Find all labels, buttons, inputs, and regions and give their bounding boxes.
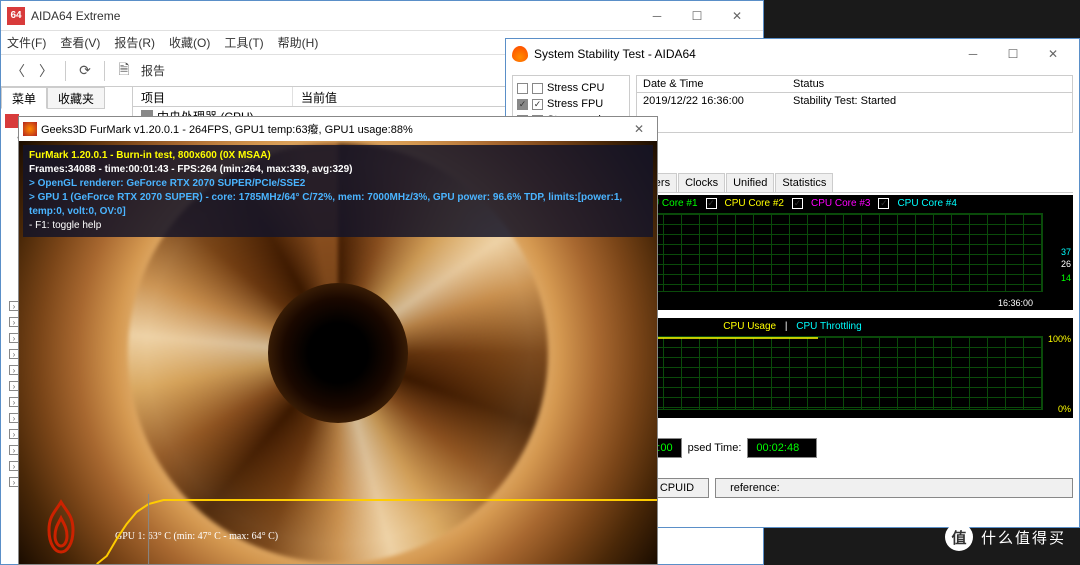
aida-app-icon: 64: [7, 7, 25, 25]
close-button[interactable]: ✕: [1033, 40, 1073, 68]
x-value: 16:36:00: [998, 298, 1033, 308]
report-icon[interactable]: 🗎: [113, 60, 135, 82]
furmark-window: Geeks3D FurMark v1.20.0.1 - 264FPS, GPU1…: [18, 116, 658, 565]
checkbox-checked[interactable]: [706, 198, 717, 209]
furmark-render-area: FurMark 1.20.0.1 - Burn-in test, 800x600…: [19, 141, 657, 564]
flame-icon: [512, 46, 528, 62]
graph2-legend: CPU Usage | CPU Throttling: [723, 321, 861, 332]
furmark-title-text: Geeks3D FurMark v1.20.0.1 - 264FPS, GPU1…: [41, 121, 625, 137]
col-item[interactable]: 项目: [133, 87, 293, 106]
forward-icon[interactable]: 〉: [35, 60, 57, 82]
status-datetime: 2019/12/22 16:36:00: [637, 93, 787, 109]
aida-title-text: AIDA64 Extreme: [31, 9, 637, 23]
hud-line-3: > OpenGL renderer: GeForce RTX 2070 SUPE…: [29, 177, 647, 191]
menu-tools[interactable]: 工具(T): [224, 34, 263, 51]
minimize-button[interactable]: ─: [637, 2, 677, 30]
status-text: Stability Test: Started: [787, 93, 902, 109]
furmark-titlebar[interactable]: Geeks3D FurMark v1.20.0.1 - 264FPS, GPU1…: [19, 117, 657, 141]
furmark-icon: [23, 122, 37, 136]
sst-titlebar[interactable]: System Stability Test - AIDA64 ─ ☐ ✕: [506, 39, 1079, 69]
y-value: 14: [1061, 273, 1071, 283]
checkbox-checked[interactable]: [532, 99, 543, 110]
tab-clocks[interactable]: Clocks: [678, 173, 725, 192]
status-table: Date & Time Status 2019/12/22 16:36:00 S…: [636, 75, 1073, 133]
tab-statistics[interactable]: Statistics: [775, 173, 833, 192]
hud-line-2: Frames:34088 - time:00:01:43 - FPS:264 (…: [29, 163, 647, 177]
y-value: 37: [1061, 247, 1071, 257]
stress-cpu-row[interactable]: Stress CPU: [517, 80, 625, 96]
watermark: 值 什么值得买: [945, 523, 1066, 551]
checkbox-checked[interactable]: [517, 99, 528, 110]
col-status[interactable]: Status: [787, 76, 830, 92]
separator: |: [785, 321, 788, 332]
minimize-button[interactable]: ─: [953, 40, 993, 68]
refresh-icon[interactable]: ⟳: [74, 60, 96, 82]
hud-line-4: > GPU 1 (GeForce RTX 2070 SUPER) - core:…: [29, 191, 647, 219]
watermark-icon: 值: [945, 523, 973, 551]
y-value: 26: [1061, 259, 1071, 269]
close-button[interactable]: ✕: [625, 119, 653, 139]
maximize-button[interactable]: ☐: [993, 40, 1033, 68]
checkbox[interactable]: [517, 83, 528, 94]
menu-report[interactable]: 报告(R): [114, 34, 155, 51]
menu-favorites[interactable]: 收藏(O): [169, 34, 210, 51]
status-row: 2019/12/22 16:36:00 Stability Test: Star…: [637, 93, 1072, 109]
checkbox-checked[interactable]: [792, 198, 803, 209]
stress-label: Stress FPU: [547, 98, 603, 110]
watermark-text: 什么值得买: [981, 527, 1066, 548]
furmark-center: [268, 283, 408, 423]
back-icon[interactable]: 〈: [7, 60, 29, 82]
hud-line-5: - F1: toggle help: [29, 219, 647, 233]
checkbox[interactable]: [532, 83, 543, 94]
close-button[interactable]: ✕: [717, 2, 757, 30]
menu-help[interactable]: 帮助(H): [278, 34, 319, 51]
cpu-throttle-label: CPU Throttling: [796, 321, 861, 332]
col-datetime[interactable]: Date & Time: [637, 76, 787, 92]
legend-label: CPU Core #3: [811, 198, 870, 209]
hud-line-1: FurMark 1.20.0.1 - Burn-in test, 800x600…: [29, 149, 647, 163]
report-label[interactable]: 报告: [141, 62, 165, 79]
legend-label: CPU Core #2: [725, 198, 784, 209]
temp-curve: [19, 494, 657, 564]
aida-icon: [5, 114, 19, 128]
maximize-button[interactable]: ☐: [677, 2, 717, 30]
sidebar-tab-menu[interactable]: 菜单: [1, 87, 47, 109]
stress-label: Stress CPU: [547, 82, 604, 94]
sst-title-text: System Stability Test - AIDA64: [534, 47, 953, 61]
menu-view[interactable]: 查看(V): [60, 34, 100, 51]
separator: [104, 61, 105, 81]
tab-unified[interactable]: Unified: [726, 173, 774, 192]
separator: [65, 61, 66, 81]
checkbox-checked[interactable]: [878, 198, 889, 209]
y-min: 0%: [1058, 404, 1071, 414]
cpu-usage-label: CPU Usage: [723, 321, 776, 332]
stress-fpu-row[interactable]: Stress FPU: [517, 96, 625, 112]
aida-titlebar[interactable]: 64 AIDA64 Extreme ─ ☐ ✕: [1, 1, 763, 31]
sidebar-tab-favorites[interactable]: 收藏夹: [47, 87, 105, 109]
y-max: 100%: [1048, 334, 1071, 344]
furmark-hud: FurMark 1.20.0.1 - Burn-in test, 800x600…: [23, 145, 653, 237]
menu-file[interactable]: 文件(F): [7, 34, 46, 51]
legend-label: CPU Core #4: [897, 198, 956, 209]
